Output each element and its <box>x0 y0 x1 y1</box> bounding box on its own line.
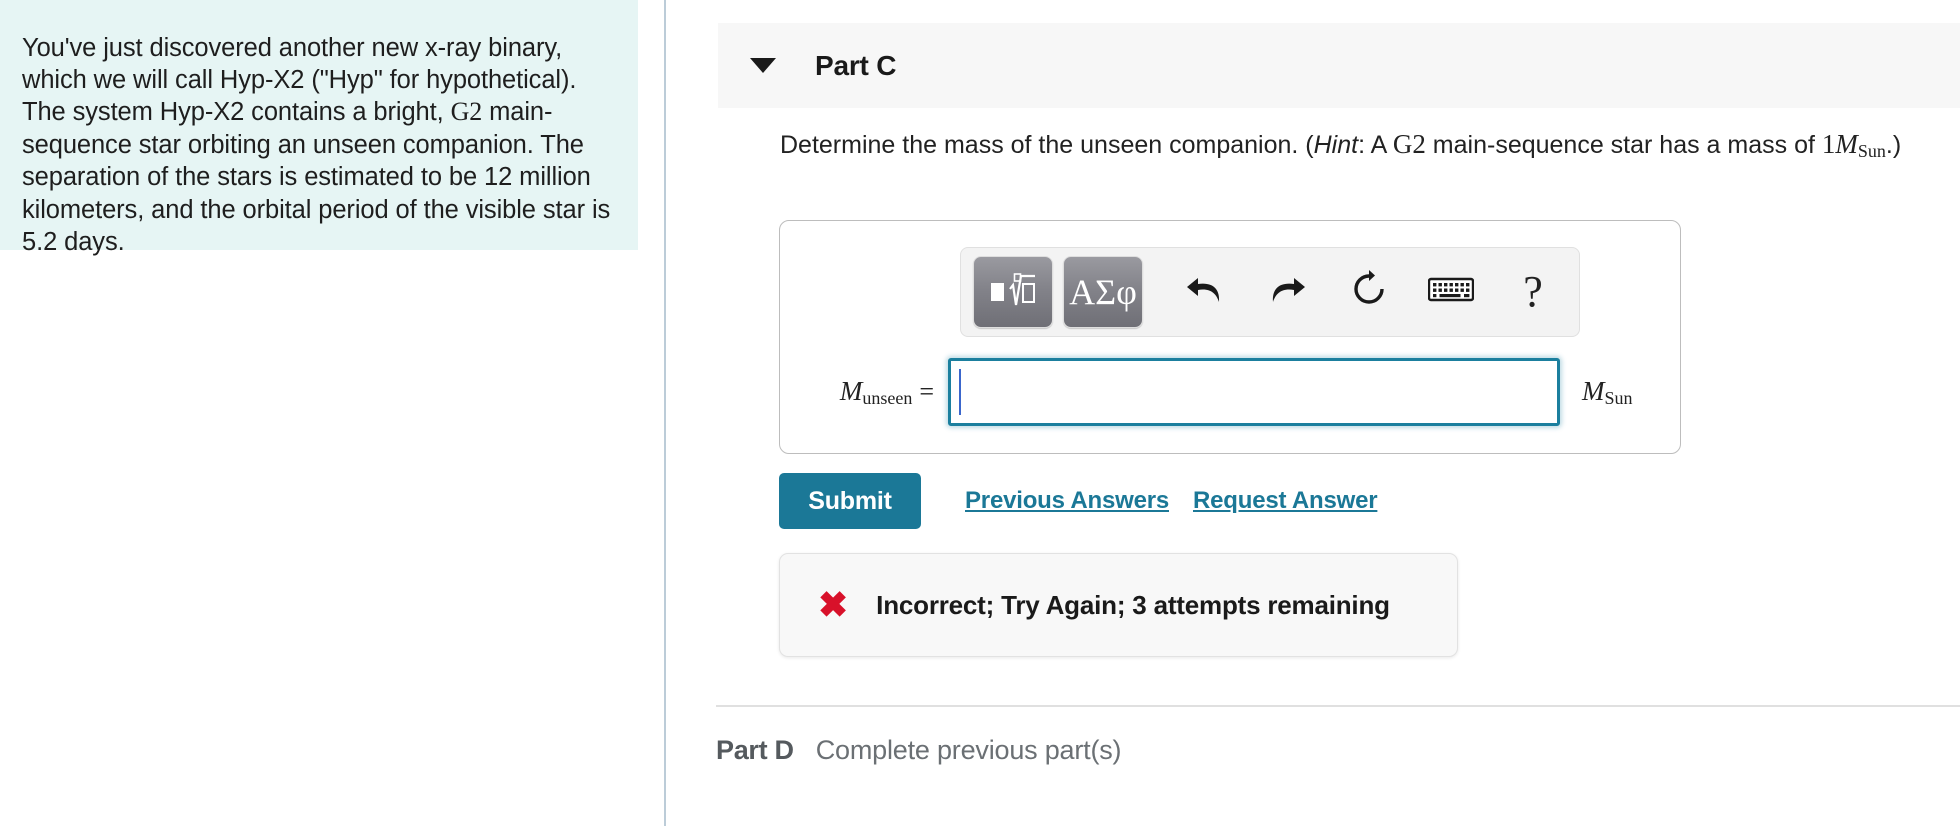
answer-unit-label: MSun <box>1582 376 1633 409</box>
spectral-type-g2: G2 <box>450 97 483 127</box>
question-mass-subscript: Sun <box>1857 141 1886 161</box>
problem-statement-text: You've just discovered another new x-ray… <box>22 32 616 259</box>
redo-button[interactable] <box>1249 257 1325 327</box>
help-button[interactable]: ? <box>1495 257 1571 327</box>
x-mark-icon: ✖ <box>818 584 849 625</box>
answer-unit-symbol: M <box>1582 375 1605 406</box>
answer-unit-subscript: Sun <box>1604 387 1633 408</box>
question-spectral-type: G2 <box>1392 129 1426 159</box>
part-d-title: Part D <box>716 735 794 765</box>
greek-symbols-label: ΑΣφ <box>1069 272 1137 312</box>
reset-button[interactable] <box>1331 257 1407 327</box>
part-c-header[interactable]: Part C <box>718 23 1960 108</box>
request-answer-link[interactable]: Request Answer <box>1193 487 1378 515</box>
redo-arrow-icon <box>1266 271 1308 314</box>
main-content-column: Part C Determine the mass of the unseen … <box>666 0 1960 826</box>
part-c-title: Part C <box>815 49 897 81</box>
question-mass-symbol: M <box>1835 129 1858 159</box>
question-after-type-text: main-sequence star has a mass of <box>1425 131 1822 159</box>
keyboard-icon <box>1427 275 1475 310</box>
question-mass-number: 1 <box>1821 129 1836 159</box>
undo-button[interactable] <box>1167 257 1243 327</box>
keyboard-button[interactable] <box>1413 257 1489 327</box>
math-toolbar: ΑΣφ ? <box>960 247 1580 337</box>
answer-input[interactable] <box>948 358 1560 426</box>
answer-actions: Submit Previous Answers Request Answer <box>779 473 1378 529</box>
question-prompt: Determine the mass of the unseen compani… <box>780 127 1910 169</box>
triangle-down-icon[interactable] <box>750 58 776 73</box>
math-template-icon <box>990 272 1036 313</box>
equals-sign: = <box>919 376 934 406</box>
feedback-message: Incorrect; Try Again; 3 attempts remaini… <box>876 589 1390 620</box>
text-cursor <box>959 369 961 415</box>
question-tail-text: .) <box>1885 131 1902 159</box>
question-mark-icon: ? <box>1523 267 1543 316</box>
answer-entry-card: ΑΣφ ? Munseen = MSun <box>779 220 1681 454</box>
part-d-row[interactable]: Part D Complete previous part(s) <box>716 735 1122 766</box>
question-lead-text: Determine the mass of the unseen compani… <box>780 131 1314 159</box>
answer-variable-subscript: unseen <box>862 387 913 408</box>
part-d-status: Complete previous part(s) <box>815 735 1122 765</box>
submit-button[interactable]: Submit <box>779 473 921 529</box>
problem-statement-panel: You've just discovered another new x-ray… <box>0 0 638 256</box>
feedback-banner: ✖ Incorrect; Try Again; 3 attempts remai… <box>779 553 1458 657</box>
hint-label: Hint <box>1313 131 1359 159</box>
math-template-button[interactable] <box>973 256 1053 328</box>
question-mid-text: : A <box>1358 131 1393 159</box>
answer-variable-label: Munseen = <box>804 376 934 409</box>
greek-symbols-button[interactable]: ΑΣφ <box>1063 256 1143 328</box>
undo-arrow-icon <box>1184 271 1226 314</box>
reset-circle-icon <box>1348 269 1390 316</box>
part-d-divider <box>716 705 1960 707</box>
answer-input-row: Munseen = MSun <box>780 349 1682 435</box>
answer-variable-symbol: M <box>839 375 863 406</box>
previous-answers-link[interactable]: Previous Answers <box>965 487 1169 515</box>
